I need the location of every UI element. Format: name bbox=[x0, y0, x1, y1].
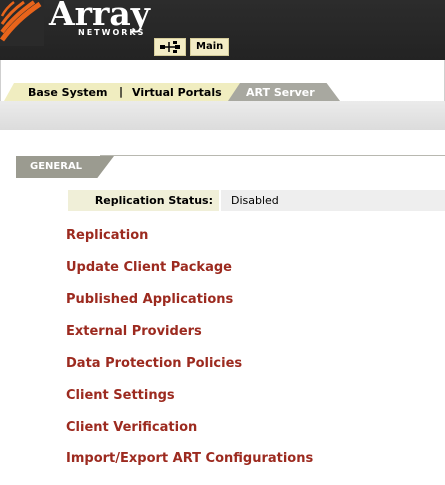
link-client-verification[interactable]: Client Verification bbox=[66, 420, 197, 435]
network-icon bbox=[160, 41, 180, 53]
status-value-cell: Disabled bbox=[221, 190, 445, 211]
link-external-providers[interactable]: External Providers bbox=[66, 324, 202, 339]
section-title: GENERAL bbox=[30, 161, 83, 172]
replication-status-row: Replication Status: Disabled bbox=[68, 190, 445, 211]
status-label-cell: Replication Status: bbox=[68, 190, 219, 211]
status-label: Replication Status: bbox=[94, 194, 213, 207]
top-header: Array NETWORKS Main bbox=[0, 0, 445, 60]
tab-art-server-label[interactable]: ART Server bbox=[246, 86, 315, 99]
link-import-export-art-configurations[interactable]: Import/Export ART Configurations bbox=[66, 451, 313, 466]
link-client-settings[interactable]: Client Settings bbox=[66, 388, 175, 403]
link-replication[interactable]: Replication bbox=[66, 228, 148, 243]
status-value: Disabled bbox=[231, 194, 279, 207]
array-logo-icon bbox=[0, 0, 44, 46]
brand-subtitle: NETWORKS bbox=[78, 28, 146, 37]
section-divider bbox=[100, 155, 445, 156]
link-data-protection-policies[interactable]: Data Protection Policies bbox=[66, 356, 242, 371]
toolbar-band bbox=[0, 101, 445, 130]
tab-virtual-portals[interactable]: Virtual Portals bbox=[132, 86, 222, 99]
link-update-client-package[interactable]: Update Client Package bbox=[66, 260, 232, 275]
main-button[interactable]: Main bbox=[190, 38, 230, 56]
network-button[interactable] bbox=[154, 38, 186, 56]
link-published-applications[interactable]: Published Applications bbox=[66, 292, 233, 307]
tab-base-system[interactable]: Base System bbox=[28, 86, 107, 99]
tab-separator: | bbox=[119, 85, 124, 98]
